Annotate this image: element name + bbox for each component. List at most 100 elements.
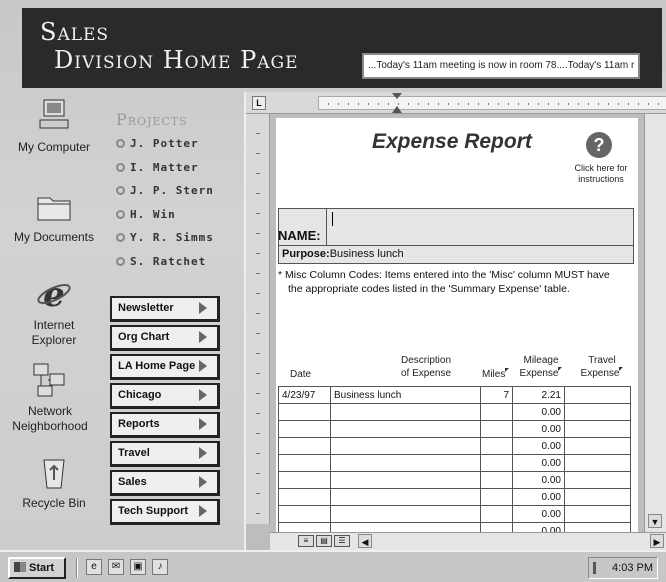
- table-cell-travel[interactable]: [564, 522, 631, 532]
- nav-travel-button[interactable]: Travel: [110, 441, 220, 467]
- desktop-icon-internet-explorer[interactable]: e Internet Explorer: [6, 274, 102, 348]
- table-cell-desc[interactable]: [330, 505, 481, 523]
- table-cell-date[interactable]: 4/23/97: [278, 386, 331, 404]
- table-cell-date[interactable]: [278, 403, 331, 421]
- col-header-desc-line1: Description: [400, 355, 452, 366]
- table-cell-desc[interactable]: [330, 488, 481, 506]
- table-cell-miles[interactable]: 7: [480, 386, 513, 404]
- desktop-quick-launch-icon[interactable]: ▣: [130, 559, 146, 575]
- table-cell-date[interactable]: [278, 488, 331, 506]
- nav-label: Reports: [118, 418, 160, 430]
- project-link[interactable]: J. Potter: [116, 135, 236, 159]
- nav-newsletter-button[interactable]: Newsletter: [110, 296, 220, 322]
- table-cell-miles[interactable]: [480, 420, 513, 438]
- outlook-quick-launch-icon[interactable]: ✉: [108, 559, 124, 575]
- scroll-left-arrow-icon[interactable]: ◀: [358, 534, 372, 548]
- table-cell-travel[interactable]: [564, 505, 631, 523]
- arrow-right-icon: [199, 331, 207, 343]
- table-row: 0.00: [278, 403, 631, 421]
- desktop-icon-my-computer[interactable]: My Computer: [6, 96, 102, 155]
- table-cell-miles[interactable]: [480, 403, 513, 421]
- nav-label: Org Chart: [118, 331, 170, 343]
- tab-stop-selector[interactable]: L: [252, 96, 266, 110]
- horizontal-ruler[interactable]: L: [246, 92, 666, 114]
- start-label: Start: [29, 562, 55, 574]
- speaker-icon[interactable]: [593, 562, 603, 574]
- help-link[interactable]: Click here for instructions: [566, 163, 636, 185]
- normal-view-icon[interactable]: ≡: [298, 535, 314, 547]
- project-link[interactable]: J. P. Stern: [116, 182, 236, 206]
- table-cell-miles[interactable]: [480, 522, 513, 532]
- table-cell-mileage[interactable]: 0.00: [512, 488, 565, 506]
- scroll-right-arrow-icon[interactable]: ▶: [650, 534, 664, 548]
- bullet-icon: [116, 209, 125, 219]
- table-cell-miles[interactable]: [480, 488, 513, 506]
- purpose-field[interactable]: Purpose:Business lunch: [278, 246, 634, 264]
- nav-reports-button[interactable]: Reports: [110, 412, 220, 438]
- table-cell-date[interactable]: [278, 522, 331, 532]
- expense-table: 4/23/97 Business lunch 7 2.21 0.00 0.00 0.00 0.…: [278, 386, 631, 532]
- col-header-travel-line1: Travel: [588, 355, 616, 366]
- table-cell-date[interactable]: [278, 420, 331, 438]
- table-cell-mileage[interactable]: 0.00: [512, 403, 565, 421]
- table-cell-miles[interactable]: [480, 471, 513, 489]
- ie-quick-launch-icon[interactable]: e: [86, 559, 102, 575]
- table-cell-mileage[interactable]: 0.00: [512, 471, 565, 489]
- table-cell-travel[interactable]: [564, 471, 631, 489]
- table-cell-desc[interactable]: [330, 420, 481, 438]
- outline-view-icon[interactable]: ☰: [334, 535, 350, 547]
- help-icon[interactable]: ?: [586, 132, 612, 158]
- project-link[interactable]: S. Ratchet: [116, 253, 236, 277]
- table-cell-miles[interactable]: [480, 454, 513, 472]
- table-cell-mileage[interactable]: 0.00: [512, 420, 565, 438]
- nav-chicago-button[interactable]: Chicago: [110, 383, 220, 409]
- table-cell-date[interactable]: [278, 454, 331, 472]
- table-cell-travel[interactable]: [564, 454, 631, 472]
- desktop-icon-my-documents[interactable]: My Documents: [6, 186, 102, 245]
- table-cell-mileage[interactable]: 0.00: [512, 522, 565, 532]
- table-cell-date[interactable]: [278, 471, 331, 489]
- nav-label: Sales: [118, 476, 147, 488]
- desktop-icon-recycle-bin[interactable]: Recycle Bin: [6, 452, 102, 511]
- indent-marker-icon[interactable]: [392, 93, 402, 113]
- bullet-icon: [116, 139, 125, 148]
- nav-sales-button[interactable]: Sales: [110, 470, 220, 496]
- table-cell-date[interactable]: [278, 437, 331, 455]
- nav-la-home-page-button[interactable]: LA Home Page: [110, 354, 220, 380]
- col-header-travel-line2: Expense: [580, 368, 620, 379]
- table-cell-desc[interactable]: Business lunch: [330, 386, 481, 404]
- table-cell-desc[interactable]: [330, 471, 481, 489]
- table-cell-miles[interactable]: [480, 505, 513, 523]
- arrow-right-icon: [199, 389, 207, 401]
- desktop-icon-label: Recycle Bin: [22, 496, 86, 510]
- scroll-down-arrow-icon[interactable]: ▼: [648, 514, 662, 528]
- page-layout-view-icon[interactable]: ▤: [316, 535, 332, 547]
- table-cell-desc[interactable]: [330, 403, 481, 421]
- horizontal-scrollbar[interactable]: ≡ ▤ ☰ ◀ ▶: [270, 532, 666, 550]
- table-cell-mileage[interactable]: 0.00: [512, 454, 565, 472]
- project-link[interactable]: H. Win: [116, 206, 236, 230]
- bullet-icon: [116, 186, 125, 195]
- table-cell-desc[interactable]: [330, 522, 481, 532]
- table-cell-travel[interactable]: [564, 386, 631, 404]
- table-cell-mileage[interactable]: 2.21: [512, 386, 565, 404]
- desktop-icon-network-neighborhood[interactable]: Network Neighborhood: [2, 360, 98, 434]
- nav-org-chart-button[interactable]: Org Chart: [110, 325, 220, 351]
- table-cell-miles[interactable]: [480, 437, 513, 455]
- table-cell-desc[interactable]: [330, 454, 481, 472]
- table-cell-date[interactable]: [278, 505, 331, 523]
- table-cell-travel[interactable]: [564, 403, 631, 421]
- start-button[interactable]: Start: [8, 557, 66, 579]
- table-cell-travel[interactable]: [564, 437, 631, 455]
- table-cell-desc[interactable]: [330, 437, 481, 455]
- vertical-scrollbar[interactable]: ▼: [644, 114, 666, 532]
- table-cell-mileage[interactable]: 0.00: [512, 437, 565, 455]
- table-cell-mileage[interactable]: 0.00: [512, 505, 565, 523]
- project-link[interactable]: Y. R. Simms: [116, 229, 236, 253]
- table-cell-travel[interactable]: [564, 420, 631, 438]
- project-link[interactable]: I. Matter: [116, 159, 236, 183]
- clock: 4:03 PM: [612, 562, 653, 574]
- nav-tech-support-button[interactable]: Tech Support: [110, 499, 220, 525]
- table-cell-travel[interactable]: [564, 488, 631, 506]
- channels-quick-launch-icon[interactable]: ♪: [152, 559, 168, 575]
